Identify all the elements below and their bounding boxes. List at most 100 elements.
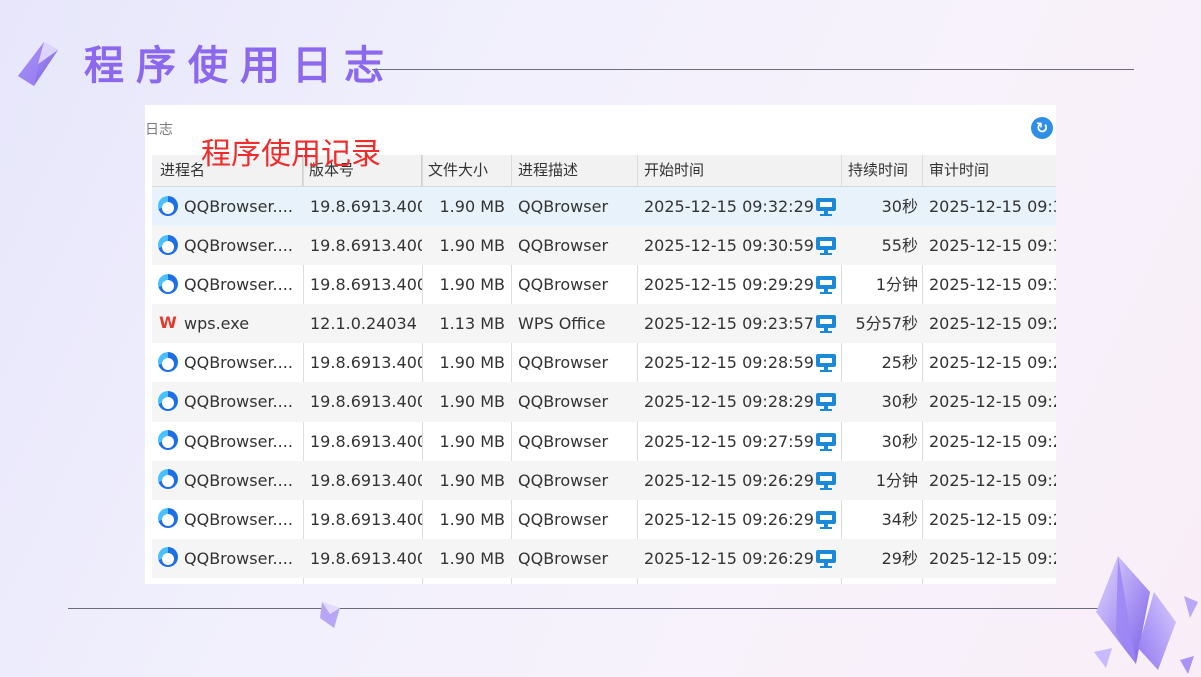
description-cell: QQBrowser: [518, 548, 609, 568]
version-cell: 19.8.6913.400: [310, 392, 422, 412]
version-cell: 12.1.0.24034: [310, 314, 417, 334]
table-row[interactable]: QQBrowser.... 19.8.6913.400 1.90 MB QQBrows…: [152, 265, 1056, 304]
duration-cell: 1分钟: [875, 470, 918, 490]
table-row[interactable]: QQBrowser.... 19.8.6913.400 1.90 MB QQBrows…: [152, 460, 1056, 500]
file-size-cell: 1.90 MB: [439, 236, 506, 256]
description-cell: QQBrowser: [518, 353, 609, 373]
start-time-cell: 2025-12-15 09:29:29: [644, 275, 814, 295]
monitor-icon[interactable]: [816, 422, 840, 461]
crystal-small-icon: [320, 602, 340, 628]
process-name-cell: QQBrowser....: [158, 422, 300, 461]
process-name: QQBrowser....: [184, 197, 293, 216]
duration-cell: 5分57秒: [855, 314, 918, 334]
table-row[interactable]: QQBrowser.... 19.8.6913.400 1.90 MB QQBrows…: [152, 187, 1056, 227]
audit-time-cell: 2025-12-15 09:2: [929, 509, 1056, 529]
process-name-cell: Wwps.exe: [158, 304, 300, 343]
file-size-cell: 1.90 MB: [439, 353, 506, 373]
monitor-icon[interactable]: [816, 304, 840, 343]
file-size-cell: 1.90 MB: [439, 197, 506, 216]
process-name: QQBrowser....: [184, 392, 293, 412]
description-cell: QQBrowser: [518, 275, 609, 295]
title-divider: [372, 69, 1134, 70]
monitor-icon[interactable]: [816, 382, 840, 421]
duration-cell: 1分钟: [875, 275, 918, 295]
duration-cell: 29秒: [881, 548, 918, 568]
audit-time-cell: 2025-12-15 09:2: [929, 392, 1056, 412]
audit-time-cell: 2025-12-15 09:3: [929, 275, 1056, 295]
duration-cell: 34秒: [881, 509, 918, 529]
process-name-cell: QQBrowser....: [158, 539, 300, 578]
duration-cell: 30秒: [881, 392, 918, 412]
file-size-cell: 1.13 MB: [439, 314, 506, 334]
audit-time-cell: 2025-12-15 09:3: [929, 197, 1056, 216]
table-row[interactable]: QQBrowser.... 19.8.6913.400 1.90 MB QQBrows…: [152, 500, 1056, 539]
refresh-icon[interactable]: ↻: [1031, 117, 1053, 139]
duration-cell: 25秒: [881, 353, 918, 373]
start-time-cell: 2025-12-15 09:28:29: [644, 392, 814, 412]
monitor-icon[interactable]: [816, 461, 840, 500]
column-header-description[interactable]: 进程描述: [512, 155, 638, 186]
version-cell: 19.8.6913.400: [310, 353, 422, 373]
duration-cell: 55秒: [881, 236, 918, 256]
table-row[interactable]: QQBrowser.... 19.8.6913.400 1.90 MB QQBrows…: [152, 382, 1056, 422]
description-cell: WPS Office: [518, 314, 606, 334]
window-title: 日志: [145, 122, 173, 138]
description-cell: QQBrowser: [518, 509, 609, 529]
start-time-cell: 2025-12-15 09:32:29: [644, 197, 814, 216]
start-time-cell: 2025-12-15 09:23:57: [644, 314, 814, 334]
table-row[interactable]: QQBrowser.... 19.8.6913.400 1.90 MB QQBrows…: [152, 226, 1056, 266]
process-name: QQBrowser....: [184, 236, 293, 256]
table-row[interactable]: QQBrowser.... 19.8.6913.400 1.90 MB QQBrows…: [152, 343, 1056, 382]
table-row[interactable]: QQBrowser.... 19.8.6913.400 1.90 MB QQBrows…: [152, 422, 1056, 461]
crystal-cluster-icon: [1094, 556, 1198, 674]
start-time-cell: 2025-12-15 09:26:29: [644, 470, 814, 490]
column-header-file-size[interactable]: 文件大小: [422, 155, 512, 186]
qqbrowser-icon: [158, 430, 178, 451]
audit-time-cell: 2025-12-15 09:2: [929, 431, 1056, 451]
process-name-cell: QQBrowser....: [158, 500, 300, 539]
version-cell: 19.8.6913.400: [310, 548, 422, 568]
monitor-icon[interactable]: [816, 226, 840, 265]
table-row[interactable]: QQBrowser.... 19.8.6913.400 1.90 MB QQBrows…: [152, 538, 1056, 578]
start-time-cell: 2025-12-15 09:30:59: [644, 236, 814, 256]
monitor-icon[interactable]: [816, 187, 840, 226]
audit-time-cell: 2025-12-15 09:3: [929, 236, 1056, 256]
file-size-cell: 1.90 MB: [439, 470, 506, 490]
process-name: wps.exe: [184, 314, 250, 334]
process-name-cell: QQBrowser....: [158, 265, 300, 304]
qqbrowser-icon: [158, 508, 178, 529]
description-cell: QQBrowser: [518, 197, 609, 216]
monitor-icon[interactable]: [816, 539, 840, 578]
column-header-start-time[interactable]: 开始时间: [638, 155, 842, 186]
process-name: QQBrowser....: [184, 509, 293, 529]
qqbrowser-icon: [158, 390, 178, 411]
version-cell: 19.8.6913.400: [310, 509, 422, 529]
version-cell: 19.8.6913.400: [310, 431, 422, 451]
start-time-cell: 2025-12-15 09:27:59: [644, 431, 814, 451]
qqbrowser-icon: [158, 547, 178, 568]
process-name: QQBrowser....: [184, 548, 293, 568]
process-name-cell: QQBrowser....: [158, 382, 300, 421]
monitor-icon[interactable]: [816, 500, 840, 539]
process-name-cell: QQBrowser....: [158, 187, 300, 226]
wps-icon: W: [159, 312, 177, 332]
file-size-cell: 1.90 MB: [439, 392, 506, 412]
bottom-divider: [68, 608, 1110, 609]
duration-cell: 30秒: [881, 197, 918, 216]
qqbrowser-icon: [158, 469, 178, 490]
process-name-cell: QQBrowser....: [158, 343, 300, 382]
process-name: QQBrowser....: [184, 275, 293, 295]
column-header-duration[interactable]: 持续时间: [842, 155, 923, 186]
column-header-audit-time[interactable]: 审计时间: [923, 155, 1056, 186]
monitor-icon[interactable]: [816, 265, 840, 304]
process-name: QQBrowser....: [184, 353, 293, 373]
slide-title: 程序使用日志: [84, 43, 396, 89]
table-row[interactable]: Wwps.exe 12.1.0.24034 1.13 MB WPS Office 202…: [152, 304, 1056, 344]
monitor-icon[interactable]: [816, 343, 840, 382]
file-size-cell: 1.90 MB: [439, 509, 506, 529]
process-name: QQBrowser....: [184, 470, 293, 490]
qqbrowser-icon: [158, 351, 178, 372]
version-cell: 19.8.6913.400: [310, 236, 422, 256]
description-cell: QQBrowser: [518, 392, 609, 412]
annotation-label: 程序使用记录: [201, 137, 381, 172]
